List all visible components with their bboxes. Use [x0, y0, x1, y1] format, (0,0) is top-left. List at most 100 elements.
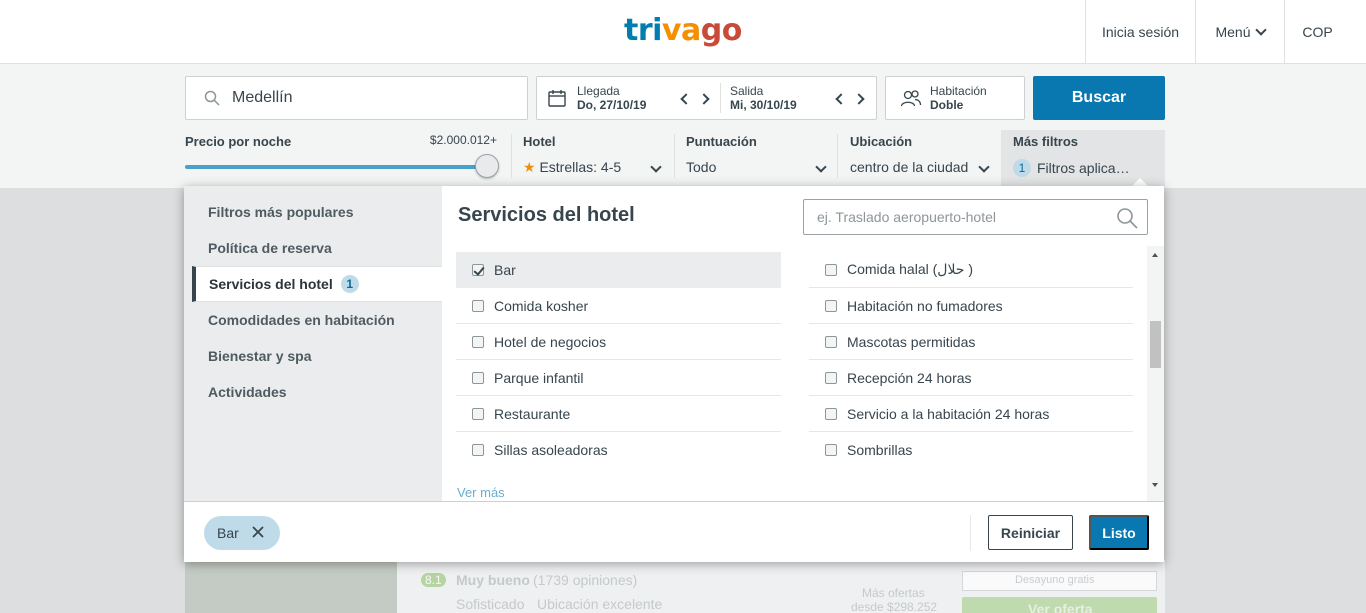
category-hotel-services[interactable]: Servicios del hotel 1	[192, 266, 442, 302]
login-link[interactable]: Inicia sesión	[1085, 0, 1195, 63]
checkin-label: Llegada	[577, 84, 620, 98]
category-label: Bienestar y spa	[208, 348, 312, 364]
close-icon[interactable]	[252, 526, 264, 538]
top-header: trivago Inicia sesión Menú COP	[0, 0, 1366, 64]
price-slider-track[interactable]	[185, 165, 487, 169]
logo-part-2: va	[661, 13, 701, 48]
category-booking-policy[interactable]: Política de reserva	[184, 230, 442, 266]
currency-label: COP	[1302, 23, 1333, 40]
menu-label: Menú	[1215, 23, 1251, 40]
category-label: Actividades	[208, 384, 287, 400]
category-popular[interactable]: Filtros más populares	[184, 194, 442, 230]
checkbox[interactable]	[472, 264, 484, 276]
checkbox[interactable]	[472, 299, 484, 312]
rating-filter[interactable]: Puntuación Todo	[675, 130, 837, 180]
applied-filter-chip[interactable]: Bar	[204, 516, 280, 550]
login-label: Inicia sesión	[1101, 23, 1180, 40]
category-label: Comodidades en habitación	[208, 312, 395, 328]
hotel-thumbnail	[185, 560, 397, 613]
destination-value: Medellín	[232, 89, 293, 106]
menu-button[interactable]: Menú	[1195, 0, 1284, 63]
scroll-down-arrow[interactable]	[1152, 483, 1158, 487]
chevron-left-icon[interactable]	[680, 93, 692, 105]
amenity-label: Restaurante	[494, 405, 571, 422]
hotel-filter[interactable]: Hotel ★ Estrellas: 4-5	[512, 130, 674, 180]
amenity-label: Comida halal (حلال )	[847, 261, 974, 277]
checkbox[interactable]	[825, 407, 837, 420]
chevron-down-icon	[650, 161, 662, 173]
amenity-label: Comida kosher	[494, 297, 589, 314]
chevron-right-icon[interactable]	[698, 93, 710, 105]
checkbox[interactable]	[825, 299, 837, 312]
chevron-right-icon[interactable]	[853, 93, 865, 105]
amenity-option-business[interactable]: Hotel de negocios	[456, 324, 781, 360]
date-picker[interactable]: Llegada Do, 27/10/19 Salida Mi, 30/10/19	[536, 76, 877, 120]
amenity-option-bar[interactable]: Bar	[456, 252, 781, 288]
checkbox[interactable]	[472, 335, 484, 348]
checkbox[interactable]	[472, 407, 484, 420]
chevron-down-icon	[978, 161, 990, 173]
category-count-badge: 1	[340, 275, 359, 293]
hotel-tag: Sofisticado	[456, 596, 525, 612]
search-icon[interactable]	[1116, 207, 1138, 229]
checkin-value: Do, 27/10/19	[577, 98, 647, 112]
amenity-option-sunloungers[interactable]: Sillas asoleadoras	[456, 432, 781, 468]
price-max: $2.000.012+	[429, 133, 497, 147]
amenity-option-reception[interactable]: Recepción 24 horas	[809, 360, 1133, 396]
more-filters-title: Más filtros	[1013, 134, 1079, 149]
location-filter[interactable]: Ubicación centro de la ciudad	[838, 130, 1000, 180]
search-button[interactable]: Buscar	[1033, 76, 1165, 120]
rating-filter-value: Todo	[686, 159, 717, 175]
scroll-up-arrow[interactable]	[1152, 253, 1158, 257]
rating-badge: 8.1	[421, 573, 446, 587]
reviews-count: (1739 opiniones)	[533, 572, 638, 588]
amenity-option-roomservice[interactable]: Servicio a la habitación 24 horas	[809, 396, 1133, 432]
amenity-option-kosher[interactable]: Comida kosher	[456, 288, 781, 324]
trivago-logo[interactable]: trivago	[624, 13, 742, 48]
chip-label: Bar	[217, 525, 239, 541]
room-selector[interactable]: Habitación Doble	[885, 76, 1025, 120]
checkbox[interactable]	[472, 371, 484, 384]
amenity-option-parasols[interactable]: Sombrillas	[809, 432, 1133, 468]
currency-selector[interactable]: COP	[1284, 0, 1350, 63]
checkout-field[interactable]: Salida Mi, 30/10/19	[730, 77, 830, 119]
location-filter-title: Ubicación	[850, 134, 913, 149]
amenity-option-halal[interactable]: Comida halal (حلال )	[809, 252, 1133, 288]
more-offers-label: Más ofertas	[862, 586, 925, 600]
amenity-search-field[interactable]	[803, 199, 1148, 235]
more-filters-value: 1 Filtros aplica…	[1013, 159, 1130, 177]
amenity-option-pets[interactable]: Mascotas permitidas	[809, 324, 1133, 360]
category-wellness[interactable]: Bienestar y spa	[184, 338, 442, 374]
amenity-option-playground[interactable]: Parque infantil	[456, 360, 781, 396]
category-activities[interactable]: Actividades	[184, 374, 442, 410]
checkbox[interactable]	[825, 444, 837, 456]
checkbox[interactable]	[472, 444, 484, 456]
chevron-left-icon[interactable]	[835, 93, 847, 105]
done-button[interactable]: Listo	[1089, 515, 1149, 550]
options-scrollbar[interactable]	[1147, 246, 1164, 502]
amenity-search-input[interactable]	[817, 209, 1107, 225]
star-icon: ★	[523, 159, 536, 175]
category-room-amenities[interactable]: Comodidades en habitación	[184, 302, 442, 338]
filter-categories-sidebar: Filtros más populares Política de reserv…	[184, 186, 442, 501]
room-label: Habitación	[930, 84, 987, 98]
panel-title: Servicios del hotel	[458, 204, 635, 226]
checkbox[interactable]	[825, 263, 837, 276]
more-filters-text: Filtros aplica…	[1037, 160, 1130, 176]
checkbox[interactable]	[825, 335, 837, 348]
from-price: desde $298.252	[851, 600, 938, 613]
amenity-option-nonsmoking[interactable]: Habitación no fumadores	[809, 288, 1133, 324]
calendar-icon	[548, 90, 566, 107]
amenity-option-restaurant[interactable]: Restaurante	[456, 396, 781, 432]
guests-icon	[900, 90, 922, 107]
popup-footer: Bar Reiniciar Listo	[184, 501, 1164, 562]
reset-button[interactable]: Reiniciar	[988, 515, 1073, 550]
price-slider-handle[interactable]	[475, 154, 499, 178]
checkbox[interactable]	[825, 371, 837, 384]
destination-input[interactable]: Medellín	[185, 76, 528, 120]
chevron-down-icon	[815, 161, 827, 173]
price-title: Precio por noche	[185, 134, 292, 149]
see-more-link[interactable]: Ver más	[457, 485, 505, 499]
scroll-thumb[interactable]	[1150, 321, 1161, 368]
hotel-filter-title: Hotel	[523, 134, 556, 149]
